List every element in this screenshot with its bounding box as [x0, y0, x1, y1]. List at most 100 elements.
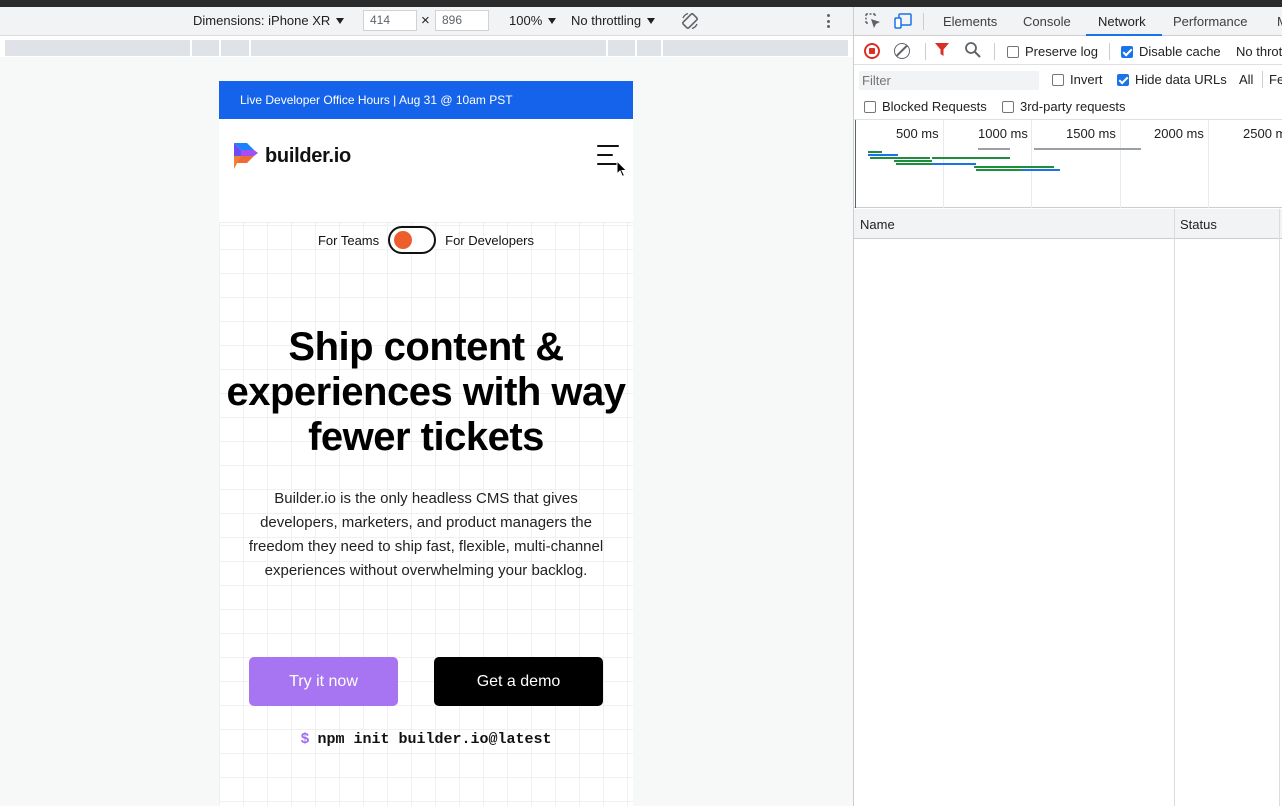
tab-console[interactable]: Console: [1023, 14, 1071, 29]
window-top-strip: [0, 0, 1282, 7]
more-options-icon[interactable]: [822, 13, 834, 29]
media-query-segment[interactable]: [220, 40, 249, 56]
hide-data-urls-label: Hide data URLs: [1135, 72, 1227, 87]
request-table-header: Name Status: [854, 209, 1282, 239]
filter-icon[interactable]: [935, 43, 949, 57]
network-throttle-dropdown[interactable]: No throt: [1236, 44, 1282, 59]
device-toggle-icon[interactable]: [894, 13, 912, 29]
timeline-gridline: [1120, 120, 1121, 208]
timeline-bar: [978, 148, 1010, 150]
timeline-label: 500 ms: [896, 126, 939, 141]
tab-elements[interactable]: Elements: [943, 14, 997, 29]
announcement-bar[interactable]: Live Developer Office Hours | Aug 31 @ 1…: [219, 81, 633, 119]
dimensions-dropdown[interactable]: Dimensions: iPhone XR: [193, 13, 345, 28]
hide-data-urls-checkbox[interactable]: Hide data URLs: [1117, 72, 1227, 87]
column-header-name[interactable]: Name: [860, 217, 895, 232]
column-divider[interactable]: [1174, 209, 1175, 806]
chevron-down-icon: [336, 17, 345, 24]
tab-divider: [923, 13, 924, 30]
media-query-segment[interactable]: [608, 40, 636, 56]
toggle-label-developers[interactable]: For Developers: [445, 233, 534, 248]
network-timeline-overview[interactable]: 500 ms 1000 ms 1500 ms 2000 ms 2500 m: [854, 120, 1282, 208]
disable-cache-checkbox[interactable]: Disable cache: [1121, 44, 1221, 59]
throttling-dropdown[interactable]: No throttling: [571, 13, 656, 28]
timeline-bar: [868, 154, 898, 156]
invert-checkbox[interactable]: Invert: [1052, 72, 1103, 87]
checkbox-box[interactable]: [864, 100, 876, 113]
timeline-bar: [932, 163, 976, 165]
invert-label: Invert: [1070, 72, 1103, 87]
try-it-now-button[interactable]: Try it now: [249, 657, 398, 706]
devtools-tab-bar: Elements Console Network Performance M: [854, 7, 1282, 36]
toolbar-divider: [1262, 71, 1263, 88]
height-input[interactable]: 896: [435, 10, 489, 31]
tab-performance[interactable]: Performance: [1173, 14, 1247, 29]
rotate-icon[interactable]: [680, 11, 700, 31]
column-divider[interactable]: [1279, 209, 1280, 806]
builder-logo-icon: [234, 143, 258, 169]
timeline-bar: [1034, 148, 1141, 150]
timeline-gridline: [1031, 120, 1032, 208]
column-header-status[interactable]: Status: [1180, 217, 1217, 232]
device-toolbar: Dimensions: iPhone XR 414 × 896 100% No …: [0, 7, 853, 36]
throttling-label: No throttling: [571, 13, 642, 28]
checkbox-box[interactable]: [1052, 73, 1064, 86]
toolbar-divider: [1109, 43, 1110, 60]
disable-cache-label: Disable cache: [1139, 44, 1221, 59]
chevron-down-icon: [548, 17, 557, 24]
filter-type-all[interactable]: All: [1239, 72, 1253, 87]
site-header: builder.io: [219, 119, 633, 223]
audience-switch: For Teams For Developers: [219, 226, 633, 254]
announcement-text: Live Developer Office Hours | Aug 31 @ 1…: [240, 93, 513, 107]
timeline-bar: [870, 157, 930, 159]
timeline-bar: [1022, 169, 1060, 171]
blocked-requests-row: Blocked Requests 3rd-party requests: [854, 94, 1282, 120]
media-query-segment[interactable]: [662, 40, 849, 56]
clear-icon[interactable]: [894, 43, 910, 59]
timeline-label: 1500 ms: [1066, 126, 1116, 141]
blocked-requests-checkbox[interactable]: Blocked Requests: [864, 99, 987, 114]
logo-text: builder.io: [265, 144, 351, 167]
audience-toggle[interactable]: [388, 226, 437, 254]
media-query-segment[interactable]: [5, 40, 191, 56]
media-query-segment[interactable]: [250, 40, 607, 56]
zoom-label: 100%: [509, 13, 543, 28]
toggle-knob: [394, 231, 413, 249]
filter-type-fetch-truncated[interactable]: Fe: [1269, 72, 1282, 87]
timeline-bar: [932, 157, 1010, 159]
device-frame: Live Developer Office Hours | Aug 31 @ 1…: [219, 81, 633, 806]
tab-network[interactable]: Network: [1098, 14, 1146, 29]
search-icon[interactable]: [964, 41, 982, 59]
filter-input[interactable]: [859, 71, 1039, 90]
preserve-log-checkbox[interactable]: Preserve log: [1007, 44, 1098, 59]
toggle-label-teams[interactable]: For Teams: [318, 233, 379, 248]
record-icon[interactable]: [864, 43, 880, 59]
checkbox-box[interactable]: [1002, 100, 1014, 113]
tab-memory-truncated[interactable]: M: [1277, 14, 1282, 29]
toolbar-divider: [994, 43, 995, 60]
builder-logo[interactable]: builder.io: [234, 143, 351, 169]
media-query-segment[interactable]: [637, 40, 661, 56]
filter-row: Invert Hide data URLs All Fe: [854, 66, 1282, 94]
network-toolbar: Preserve log Disable cache No throt: [854, 37, 1282, 65]
checkbox-box[interactable]: [1007, 45, 1019, 58]
timeline-bar: [868, 151, 882, 153]
zoom-dropdown[interactable]: 100%: [509, 13, 557, 28]
media-query-bar: [5, 40, 849, 56]
checkbox-box-checked[interactable]: [1117, 73, 1129, 86]
get-a-demo-button[interactable]: Get a demo: [434, 657, 603, 706]
hero-title: Ship content & experiences with way fewe…: [226, 325, 626, 459]
width-input[interactable]: 414: [363, 10, 417, 31]
mouse-cursor-icon: [616, 160, 628, 178]
dimensions-label: Dimensions: iPhone XR: [193, 13, 331, 28]
devtools-panel: Elements Console Network Performance M P…: [853, 7, 1282, 806]
preserve-log-label: Preserve log: [1025, 44, 1098, 59]
third-party-requests-checkbox[interactable]: 3rd-party requests: [1002, 99, 1126, 114]
checkbox-box-checked[interactable]: [1121, 45, 1133, 58]
inspect-element-icon[interactable]: [865, 13, 881, 29]
npm-command[interactable]: $ npm init builder.io@latest: [219, 731, 633, 748]
npm-command-text: npm init builder.io@latest: [317, 731, 552, 748]
timeline-label: 2000 ms: [1154, 126, 1204, 141]
timeline-label: 1000 ms: [978, 126, 1028, 141]
media-query-segment[interactable]: [192, 40, 219, 56]
